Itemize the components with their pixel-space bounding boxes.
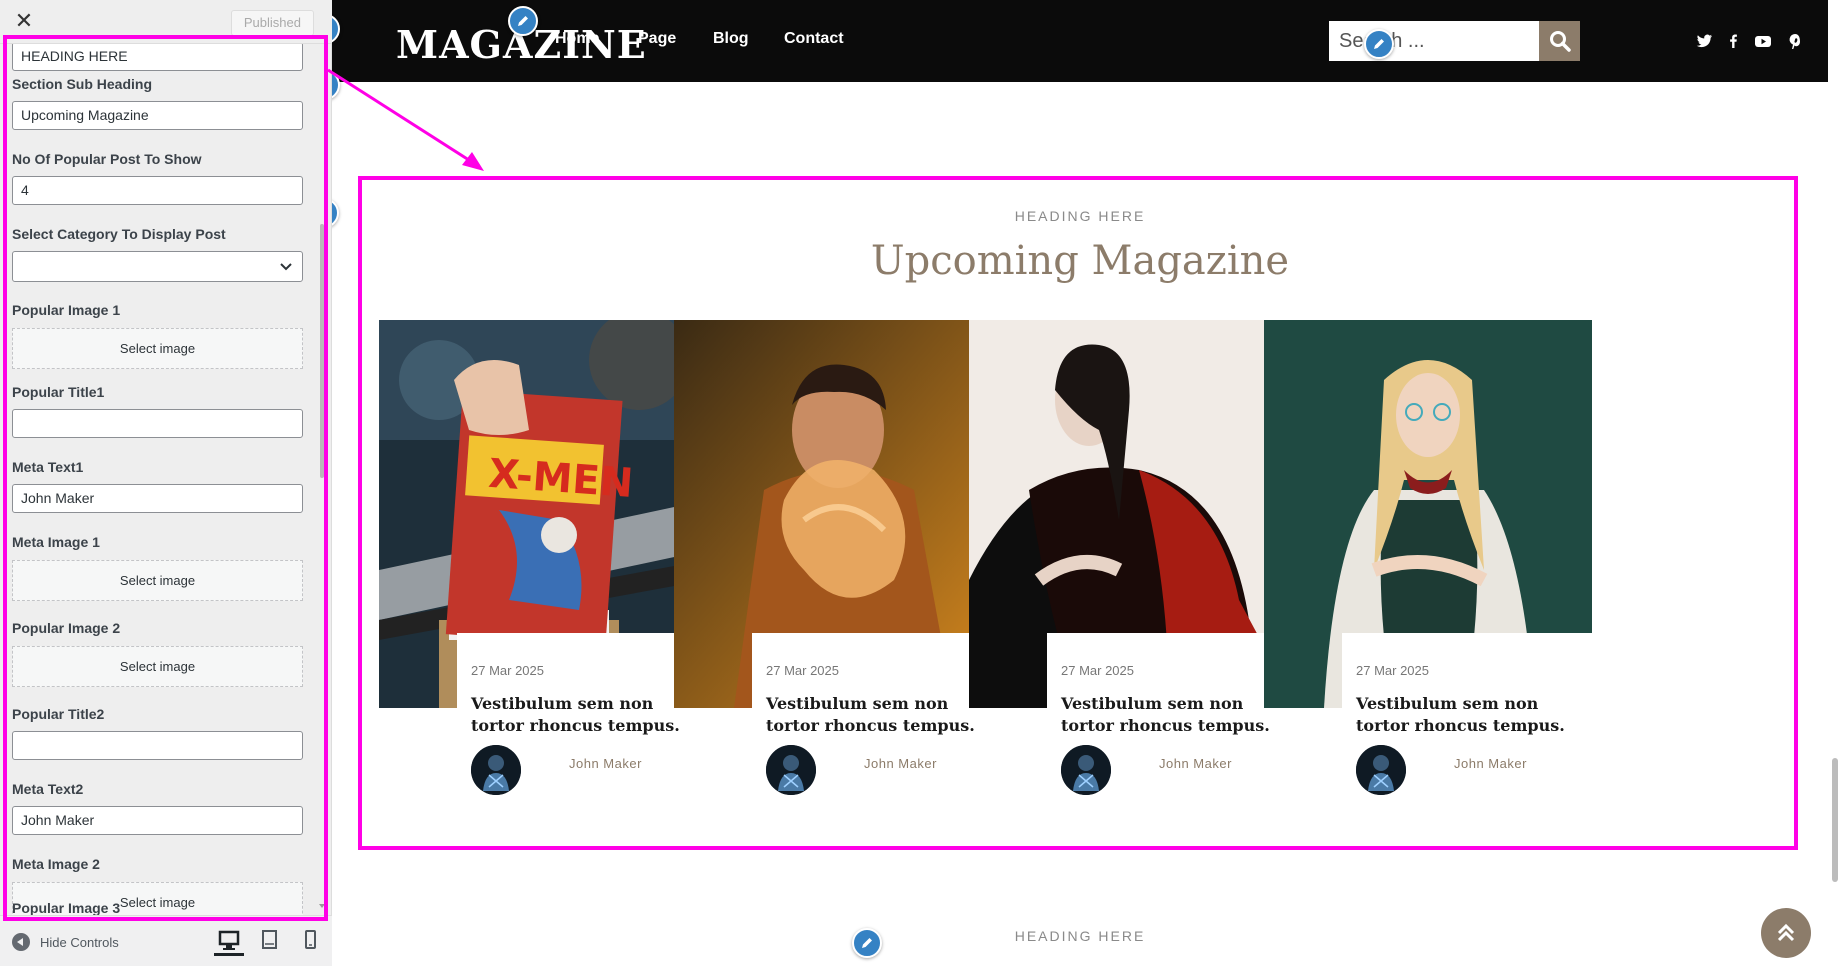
hide-controls-label: Hide Controls xyxy=(40,934,119,950)
next-section-eyebrow: HEADING HERE xyxy=(1014,928,1146,944)
tablet-icon xyxy=(262,930,277,949)
publish-button[interactable]: Published xyxy=(230,10,314,36)
pencil-icon xyxy=(862,938,872,948)
mobile-icon xyxy=(305,930,316,949)
preview-scrollbar[interactable] xyxy=(1832,758,1838,882)
close-customizer-button[interactable]: ✕ xyxy=(10,6,38,38)
search-input[interactable]: Search ... xyxy=(1329,21,1539,61)
mobile-preview-button[interactable] xyxy=(296,928,326,956)
double-chevron-up-icon xyxy=(1777,923,1795,942)
back-to-top-button[interactable] xyxy=(1761,908,1811,958)
site-preview: MAGAZINE Home Page Blog Contact Search .… xyxy=(332,0,1846,966)
hide-controls-button[interactable]: Hide Controls xyxy=(12,930,119,954)
edit-shortcut-title[interactable] xyxy=(508,6,538,36)
controls-highlight-outline xyxy=(3,35,328,921)
nav-page[interactable]: Page xyxy=(638,30,676,48)
pencil-icon xyxy=(518,16,528,26)
search-icon xyxy=(1550,31,1571,52)
customizer-footer: Hide Controls xyxy=(0,915,332,966)
edit-shortcut-social[interactable] xyxy=(1364,29,1394,59)
collapse-icon xyxy=(12,933,30,951)
youtube-icon[interactable] xyxy=(1752,30,1774,52)
twitter-icon[interactable] xyxy=(1693,30,1715,52)
nav-contact[interactable]: Contact xyxy=(784,30,844,48)
nav-home[interactable]: Home xyxy=(555,30,599,48)
tablet-preview-button[interactable] xyxy=(254,928,284,956)
section-highlight-outline xyxy=(358,176,1798,850)
site-header: MAGAZINE Home Page Blog Contact Search .… xyxy=(332,0,1828,82)
edit-shortcut-next-section[interactable] xyxy=(852,928,882,958)
nav-blog[interactable]: Blog xyxy=(713,30,749,48)
desktop-preview-button[interactable] xyxy=(214,928,244,956)
desktop-icon xyxy=(218,930,240,950)
facebook-icon[interactable] xyxy=(1722,30,1744,52)
search-button[interactable] xyxy=(1539,21,1580,61)
pinterest-icon[interactable] xyxy=(1784,30,1806,52)
pencil-icon xyxy=(1374,39,1384,49)
